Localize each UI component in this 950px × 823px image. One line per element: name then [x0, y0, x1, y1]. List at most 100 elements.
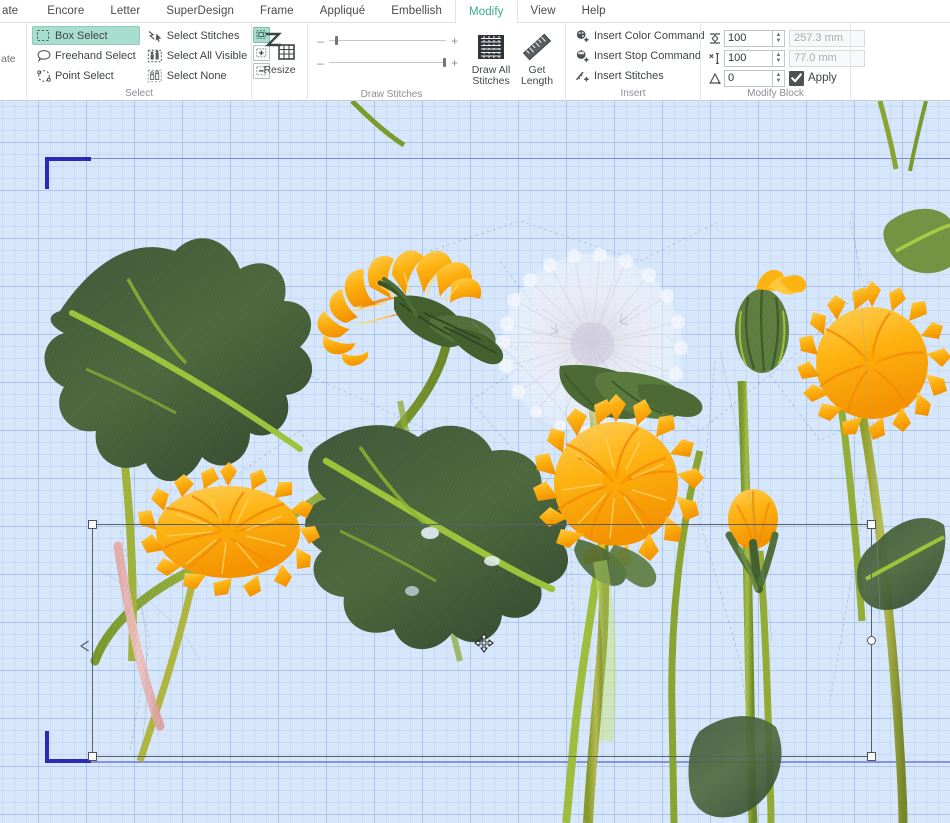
draw-range-start-slider[interactable]: – +: [317, 35, 458, 47]
rotation-angle-row: 0 ▲ ▼ Apply: [706, 69, 865, 87]
resize-label: Resize: [263, 64, 296, 76]
tab-encore[interactable]: Encore: [34, 0, 97, 22]
box-select-icon: [35, 28, 52, 44]
insert-stop-command-label: Insert Stop Command: [594, 49, 701, 62]
freehand-select-icon: [35, 48, 52, 64]
resize-icon: [263, 29, 297, 65]
tab-applique[interactable]: Appliqué: [307, 0, 379, 22]
insert-stitches-label: Insert Stitches: [594, 69, 664, 82]
height-percent-row: 100 ▲ ▼ 77.0 mm: [706, 49, 865, 67]
slider-minus-icon[interactable]: –: [317, 35, 324, 47]
slider-thumb[interactable]: [334, 36, 338, 45]
select-all-visible-icon: [147, 48, 164, 64]
menu-tab-bar: ate Encore Letter SuperDesign Frame Appl…: [0, 0, 950, 23]
select-column-one: Box Select Freehand Select Point Select: [32, 26, 140, 85]
height-percent-spinner[interactable]: ▲ ▼: [772, 49, 785, 67]
flower-right: [797, 281, 950, 440]
draw-stitches-group-title: Draw Stitches: [360, 89, 423, 100]
width-percent-input[interactable]: 100: [724, 29, 772, 47]
tab-frame[interactable]: Frame: [247, 0, 307, 22]
get-length-label-line2: Length: [520, 75, 554, 87]
ribbon-group-draw-stitches: – + – + Draw All Stitches Get Length Dra…: [307, 23, 565, 101]
tab-superdesign[interactable]: SuperDesign: [153, 0, 247, 22]
top-edge-leaves: [350, 101, 928, 172]
freehand-select-button[interactable]: Freehand Select: [32, 46, 140, 65]
ruler-icon: [522, 29, 552, 65]
height-icon: [706, 50, 724, 66]
select-stitches-label: Select Stitches: [166, 29, 240, 42]
modify-block-group-title: Modify Block: [747, 88, 804, 99]
rotation-angle-input[interactable]: 0: [724, 69, 772, 87]
freehand-select-label: Freehand Select: [55, 49, 136, 62]
select-stitches-icon: [147, 28, 164, 44]
select-column-two: Select Stitches Select All Visible Selec…: [144, 26, 252, 85]
ribbon-group-insert: Insert Color Command Insert Stop Command…: [565, 23, 705, 101]
angle-icon: [706, 70, 724, 86]
tab-create-truncated[interactable]: ate: [0, 0, 34, 22]
select-stitches-button[interactable]: Select Stitches: [144, 26, 252, 45]
draw-all-stitches-label-line2: Stitches: [472, 75, 510, 87]
modify-block-fields: 100 ▲ ▼ 257.3 mm 100 ▲ ▼ 77.0 mm 0 ▲ ▼ A…: [706, 26, 865, 87]
insert-stitches-button[interactable]: Insert Stitches: [571, 66, 709, 85]
selection-handle-flip-left[interactable]: [80, 640, 89, 652]
draw-stitches-sliders: – + – +: [313, 26, 462, 69]
draw-range-end-slider[interactable]: – +: [317, 57, 458, 69]
resize-button[interactable]: Resize: [258, 26, 302, 77]
tab-modify[interactable]: Modify: [455, 0, 518, 23]
point-select-button[interactable]: Point Select: [32, 66, 140, 85]
ribbon-toolbar: ate Box Select Freehand Select Point Sel…: [0, 23, 950, 101]
ribbon-group-select: Box Select Freehand Select Point Select: [26, 23, 271, 101]
selection-handle-top-left[interactable]: [88, 520, 97, 529]
application-window: ate Encore Letter SuperDesign Frame Appl…: [0, 0, 950, 823]
select-all-visible-button[interactable]: Select All Visible: [144, 46, 252, 65]
tab-help[interactable]: Help: [569, 0, 619, 22]
width-percent-spinner[interactable]: ▲ ▼: [772, 29, 785, 47]
tab-embellish[interactable]: Embellish: [378, 0, 455, 22]
apply-checkbox[interactable]: [789, 70, 804, 86]
select-all-visible-label: Select All Visible: [166, 49, 248, 62]
apply-control[interactable]: Apply: [789, 70, 837, 86]
insert-stop-command-button[interactable]: Insert Stop Command: [571, 46, 709, 65]
move-cursor: [474, 633, 494, 658]
select-none-label: Select None: [166, 69, 227, 82]
design-canvas[interactable]: [0, 101, 950, 823]
ribbon-group-truncated: ate: [0, 23, 26, 101]
rotation-angle-spinner[interactable]: ▲ ▼: [772, 69, 785, 87]
selection-handle-bottom-right[interactable]: [867, 752, 876, 761]
insert-stitches-icon: [574, 68, 591, 84]
width-icon: [706, 30, 724, 46]
slider-plus-icon[interactable]: +: [451, 57, 458, 69]
box-select-label: Box Select: [55, 29, 108, 42]
slider-thumb[interactable]: [442, 58, 446, 67]
height-percent-input[interactable]: 100: [724, 49, 772, 67]
insert-color-command-label: Insert Color Command: [594, 29, 705, 42]
get-length-button[interactable]: Get Length: [514, 26, 560, 88]
slider-track[interactable]: [329, 58, 447, 67]
insert-color-command-icon: [574, 28, 591, 44]
tab-view[interactable]: View: [518, 0, 569, 22]
box-select-button[interactable]: Box Select: [32, 26, 140, 45]
selection-handle-bottom-left[interactable]: [88, 752, 97, 761]
width-percent-row: 100 ▲ ▼ 257.3 mm: [706, 29, 865, 47]
flower-upper-left: [317, 250, 504, 366]
ribbon-group-modify-block: 100 ▲ ▼ 257.3 mm 100 ▲ ▼ 77.0 mm 0 ▲ ▼ A…: [700, 23, 865, 101]
insert-stop-command-icon: [574, 48, 591, 64]
point-select-icon: [35, 68, 52, 84]
apply-label: Apply: [808, 72, 837, 84]
selection-handle-rotate-right[interactable]: [867, 636, 876, 645]
select-none-button[interactable]: Select None: [144, 66, 252, 85]
insert-commands: Insert Color Command Insert Stop Command…: [571, 26, 709, 85]
point-select-label: Point Select: [55, 69, 114, 82]
slider-track[interactable]: [329, 36, 447, 45]
insert-group-title: Insert: [620, 88, 646, 99]
select-group-title: Select: [125, 88, 153, 99]
ribbon-spacer: [850, 23, 950, 101]
tab-letter[interactable]: Letter: [97, 0, 153, 22]
slider-plus-icon[interactable]: +: [451, 35, 458, 47]
insert-color-command-button[interactable]: Insert Color Command: [571, 26, 709, 45]
slider-minus-icon[interactable]: –: [317, 57, 324, 69]
truncated-group-label: ate: [1, 53, 16, 65]
select-none-icon: [147, 68, 164, 84]
draw-all-stitches-button[interactable]: Draw All Stitches: [468, 26, 514, 88]
selection-handle-top-right[interactable]: [867, 520, 876, 529]
